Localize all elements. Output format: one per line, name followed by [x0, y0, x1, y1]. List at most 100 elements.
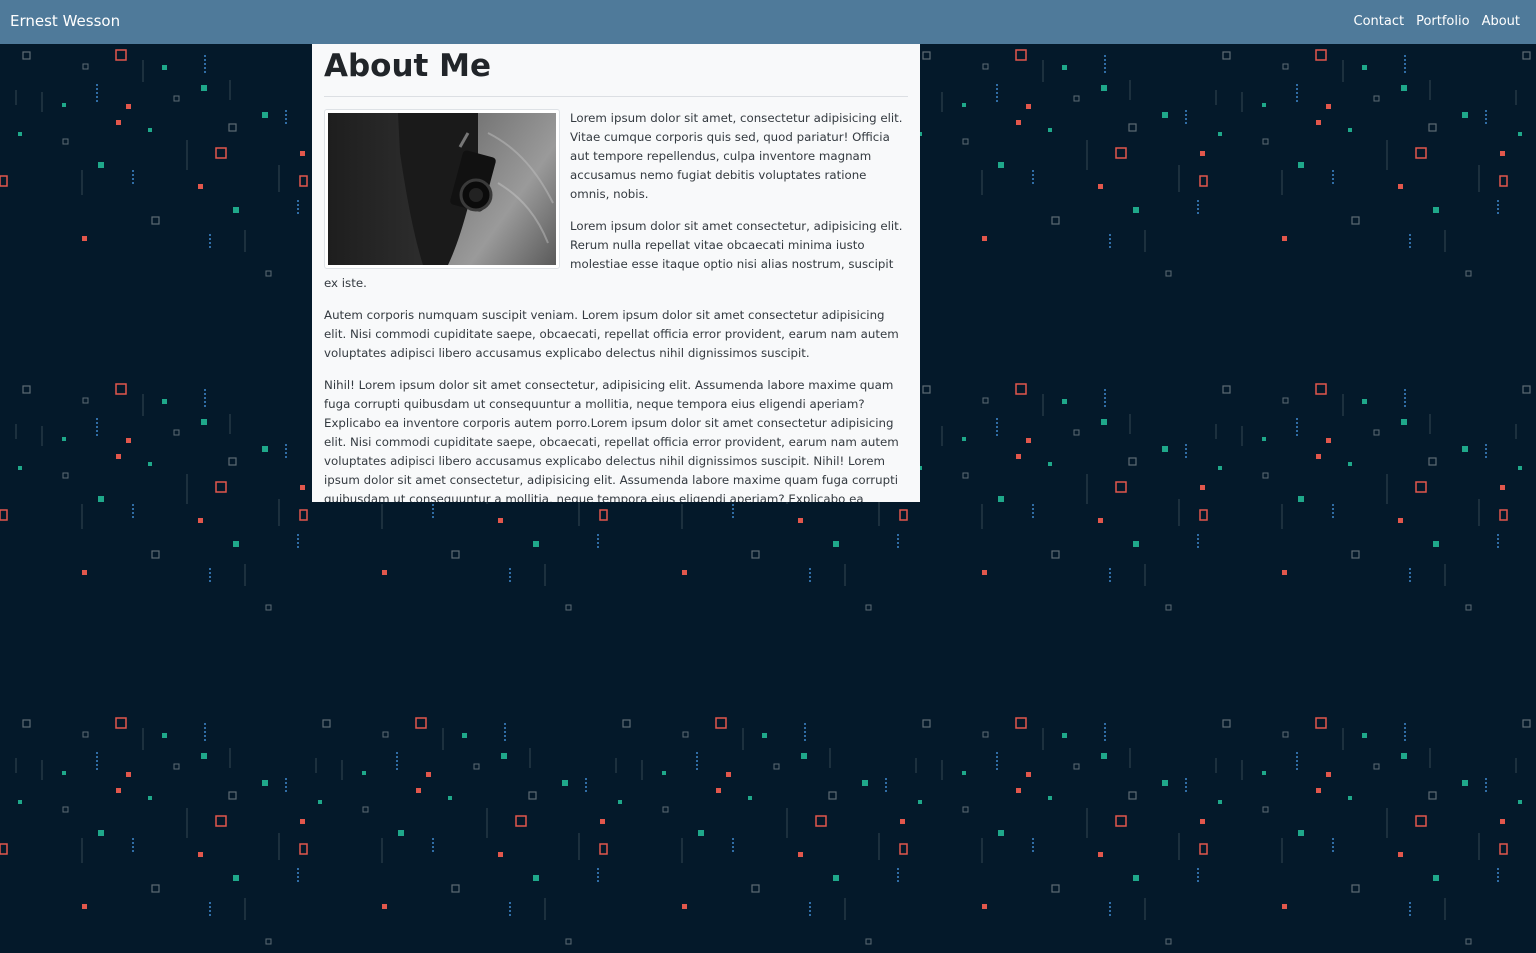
pattern-square: [762, 733, 767, 738]
pattern-square: [828, 791, 837, 800]
pattern-square: [1016, 454, 1021, 459]
pattern-square: [1199, 843, 1208, 855]
pattern-square: [1073, 95, 1080, 102]
pattern-square: [682, 904, 687, 909]
pattern-square: [148, 796, 152, 800]
pattern-square: [18, 800, 22, 804]
pattern-square: [1298, 162, 1304, 168]
pattern-square: [726, 772, 731, 777]
pattern-square: [801, 753, 807, 759]
pattern-square: [228, 457, 237, 466]
nav-link-about[interactable]: About: [1482, 14, 1520, 29]
pattern-square: [265, 270, 272, 277]
pattern-square: [1115, 481, 1127, 493]
pattern-square: [1101, 753, 1107, 759]
pattern-square: [1015, 717, 1027, 729]
pattern-square: [862, 780, 868, 786]
profile-photo: [324, 109, 560, 269]
pattern-square: [115, 717, 127, 729]
pattern-square: [1133, 875, 1139, 881]
pattern-square: [1222, 385, 1231, 394]
pattern-square: [62, 771, 66, 775]
pattern-square: [82, 236, 87, 241]
pattern-square: [1282, 904, 1287, 909]
brand-link[interactable]: Ernest Wesson: [10, 12, 120, 30]
nav-link-contact[interactable]: Contact: [1354, 14, 1405, 29]
pattern-square: [1133, 207, 1139, 213]
pattern-square: [126, 772, 131, 777]
pattern-square: [622, 719, 631, 728]
pattern-square: [322, 719, 331, 728]
nav-link-portfolio[interactable]: Portfolio: [1416, 14, 1469, 29]
pattern-square: [1326, 104, 1331, 109]
pattern-square: [1462, 446, 1468, 452]
pattern-square: [98, 496, 104, 502]
pattern-square: [1499, 843, 1508, 855]
pattern-square: [1048, 462, 1052, 466]
pattern-square: [1465, 938, 1472, 945]
pattern-square: [1128, 791, 1137, 800]
pattern-square: [22, 385, 31, 394]
pattern-square: [962, 437, 966, 441]
pattern-square: [1101, 85, 1107, 91]
pattern-square: [1026, 438, 1031, 443]
pattern-square: [116, 454, 121, 459]
pattern-square: [1522, 51, 1531, 60]
pattern-square: [1326, 438, 1331, 443]
pattern-square: [751, 550, 760, 559]
pattern-square: [1315, 49, 1327, 61]
pattern-square: [1316, 788, 1321, 793]
pattern-square: [618, 800, 622, 804]
pattern-square: [533, 875, 539, 881]
pattern-square: [1326, 772, 1331, 777]
pattern-square: [1351, 550, 1360, 559]
pattern-square: [982, 731, 989, 738]
pattern-square: [528, 791, 537, 800]
pattern-square: [1098, 518, 1103, 523]
pattern-square: [115, 49, 127, 61]
pattern-square: [1282, 397, 1289, 404]
pattern-square: [262, 446, 268, 452]
pattern-square: [1348, 128, 1352, 132]
pattern-square: [1098, 852, 1103, 857]
pattern-square: [1499, 175, 1508, 187]
pattern-square: [198, 184, 203, 189]
pattern-square: [1415, 481, 1427, 493]
pattern-square: [98, 162, 104, 168]
pattern-square: [18, 466, 22, 470]
pattern-square: [1048, 796, 1052, 800]
pattern-square: [1373, 429, 1380, 436]
pattern-square: [451, 550, 460, 559]
pattern-square: [698, 830, 704, 836]
pattern-square: [116, 788, 121, 793]
pattern-square: [1165, 604, 1172, 611]
pattern-square: [382, 904, 387, 909]
pattern-square: [751, 884, 760, 893]
pattern-square: [773, 763, 780, 770]
pattern-square: [1351, 884, 1360, 893]
pattern-square: [1415, 815, 1427, 827]
pattern-square: [1062, 733, 1067, 738]
pattern-square: [1518, 466, 1522, 470]
about-paragraph-4: Nihil! Lorem ipsum dolor sit amet consec…: [324, 378, 899, 502]
pattern-square: [1128, 123, 1137, 132]
pattern-square: [162, 65, 167, 70]
pattern-square: [600, 819, 605, 824]
pattern-square: [262, 780, 268, 786]
pattern-square: [1101, 419, 1107, 425]
pattern-square: [151, 550, 160, 559]
pattern-square: [962, 806, 969, 813]
pattern-square: [1348, 796, 1352, 800]
pattern-square: [151, 216, 160, 225]
pattern-square: [318, 800, 322, 804]
pattern-square: [1262, 437, 1266, 441]
pattern-square: [382, 731, 389, 738]
pattern-square: [1315, 717, 1327, 729]
pattern-square: [126, 438, 131, 443]
pattern-square: [1362, 733, 1367, 738]
pattern-square: [1162, 780, 1168, 786]
pattern-square: [1162, 112, 1168, 118]
pattern-square: [716, 788, 721, 793]
pattern-square: [1062, 399, 1067, 404]
pattern-square: [62, 806, 69, 813]
